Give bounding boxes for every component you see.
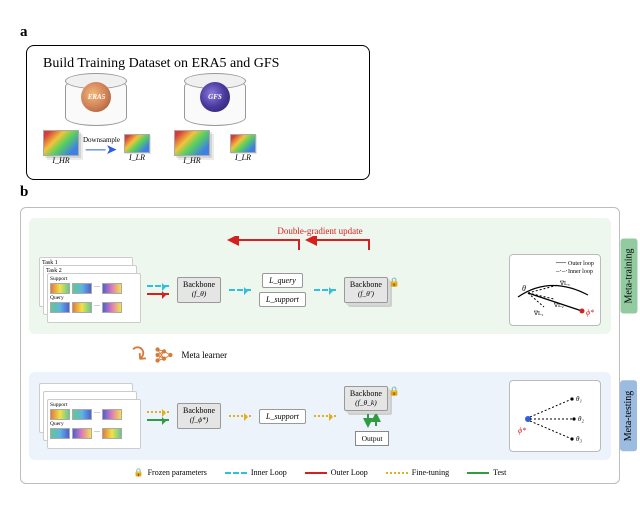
thumb-icon <box>72 428 92 439</box>
dataset-gfs: GFS I_HR I_LR <box>174 78 256 165</box>
inner-arrow-icon <box>229 289 251 291</box>
svg-text:–·–·: –·–· <box>555 267 568 275</box>
panel-a-label: a <box>20 24 620 41</box>
gfs-hr-label: I_HR <box>183 156 200 165</box>
thumb-icon <box>72 409 92 420</box>
finetune-arrow-icon <box>314 415 336 417</box>
train-support-label: Support <box>50 276 138 282</box>
thumb-icon <box>72 283 92 294</box>
test-inset: ϕ* θ₁ θ₂ θ₃ <box>509 380 601 452</box>
legend-inner: Inner Loop <box>251 468 287 477</box>
outer-loop-text: Outer loop <box>568 261 594 267</box>
train-task-3-card: Support … Query … <box>47 273 141 323</box>
panel-b-box: Meta-training Double-gradient update Tas… <box>20 207 620 484</box>
inner-line-icon <box>225 472 247 474</box>
gfs-label: GFS <box>208 93 222 101</box>
meta-testing-phase: Meta-testing Support … Query … Backbone … <box>29 372 611 460</box>
test-task-card: Support … Query … <box>47 399 141 449</box>
svg-text:θ₃: θ₃ <box>576 435 582 443</box>
train-query-label: Query <box>50 295 138 301</box>
thumb-icon <box>50 409 70 420</box>
svg-text:──: ── <box>555 259 566 267</box>
theta-text: θ <box>522 284 526 293</box>
svg-text:ϕ*: ϕ* <box>586 308 594 317</box>
thumb-icon <box>50 302 70 313</box>
curve-arrow-icon: ↷ <box>123 339 154 371</box>
legend: 🔒 Frozen parameters Inner Loop Outer Loop… <box>29 468 611 477</box>
output-box: Output <box>355 431 390 446</box>
train-backbone-2: Backbone (f_θ') <box>344 277 388 302</box>
panel-a-box: Build Training Dataset on ERA5 and GFS E… <box>26 45 370 180</box>
test-line-icon <box>467 472 489 474</box>
gfs-lr-heatmap-icon <box>230 134 256 153</box>
train-inset: ── Outer loop –·–·Inner loop θ ∇L₁ ∇L₂ ∇… <box>509 254 601 326</box>
test-task-stack: Support … Query … <box>39 383 139 449</box>
finetune-arrow-icon <box>229 415 251 417</box>
meta-training-phase: Meta-training Double-gradient update Tas… <box>29 218 611 334</box>
svg-text:∇L₃: ∇L₃ <box>559 280 570 287</box>
inner-arrow-icon <box>314 289 336 291</box>
svg-text:θ₂: θ₂ <box>578 415 584 423</box>
lock-icon: 🔒 <box>134 468 144 477</box>
lock-icon: 🔒 <box>389 277 400 288</box>
panel-b-label: b <box>20 184 620 201</box>
neural-net-icon <box>153 344 175 366</box>
test-support-label: Support <box>50 402 138 408</box>
finetune-arrow-icon <box>147 411 169 413</box>
legend-frozen: Frozen parameters <box>148 468 207 477</box>
meta-training-tab: Meta-training <box>621 239 638 314</box>
thumb-icon <box>50 428 70 439</box>
thumb-icon <box>102 428 122 439</box>
gfs-globe-icon: GFS <box>200 82 230 112</box>
svg-text:θ₁: θ₁ <box>576 395 582 403</box>
test-arrow-icon <box>147 419 169 421</box>
thumb-icon <box>102 409 122 420</box>
double-gradient-update-label: Double-gradient update <box>39 226 601 236</box>
meta-learner-connector: ↷ Meta learner <box>129 342 611 368</box>
ft-line-icon <box>386 472 408 474</box>
inner-loop-text: Inner loop <box>568 269 593 275</box>
downsample-arrow-icon: Downsample ──➤ <box>83 137 120 158</box>
test-query-label: Query <box>50 421 138 427</box>
thumb-icon <box>50 283 70 294</box>
meta-testing-tab: Meta-testing <box>621 381 638 452</box>
loss-query-box: L_query <box>262 273 303 288</box>
lock-icon: 🔒 <box>389 386 400 397</box>
era5-hr-label: I_HR <box>52 156 69 165</box>
outer-line-icon <box>305 472 327 474</box>
legend-ft: Fine-tuning <box>412 468 449 477</box>
test-backbone-2: Backbone (f_θ_k) <box>344 386 388 411</box>
meta-learner-label: Meta learner <box>181 350 227 360</box>
outer-arrow-icon <box>147 293 169 295</box>
era5-lr-label: I_LR <box>129 153 145 162</box>
era5-label: ERA5 <box>88 93 106 101</box>
gfs-hr-heatmap-icon <box>174 130 210 156</box>
inner-arrow-icon <box>147 285 169 287</box>
test-backbone-1: Backbone (f_ϕ*) <box>177 403 221 428</box>
era5-hr-heatmap-icon <box>43 130 79 156</box>
thumb-icon <box>102 283 122 294</box>
legend-outer: Outer Loop <box>331 468 368 477</box>
legend-test: Test <box>493 468 506 477</box>
panel-a-title: Build Training Dataset on ERA5 and GFS <box>43 56 353 72</box>
outer-loop-top-arrows-icon <box>39 236 601 254</box>
train-backbone-1: Backbone (f_θ) <box>177 277 221 302</box>
gfs-lr-label: I_LR <box>235 153 251 162</box>
thumb-icon <box>102 302 122 313</box>
era5-lr-heatmap-icon <box>124 134 150 153</box>
loss-support-box: L_support <box>259 292 306 307</box>
train-task-stack: Task 1 Task 2 Support … Query … <box>39 257 139 323</box>
era5-cylinder: ERA5 <box>65 78 127 126</box>
dataset-era5: ERA5 I_HR Downsample ──➤ I_LR <box>43 78 150 165</box>
svg-text:∇L₁: ∇L₁ <box>533 310 544 317</box>
test-output-arrows-icon <box>362 414 382 428</box>
gfs-cylinder: GFS <box>184 78 246 126</box>
thumb-icon <box>72 302 92 313</box>
svg-text:ϕ*: ϕ* <box>518 426 526 435</box>
test-loss-support-box: L_support <box>259 409 306 424</box>
era5-globe-icon: ERA5 <box>81 82 111 112</box>
